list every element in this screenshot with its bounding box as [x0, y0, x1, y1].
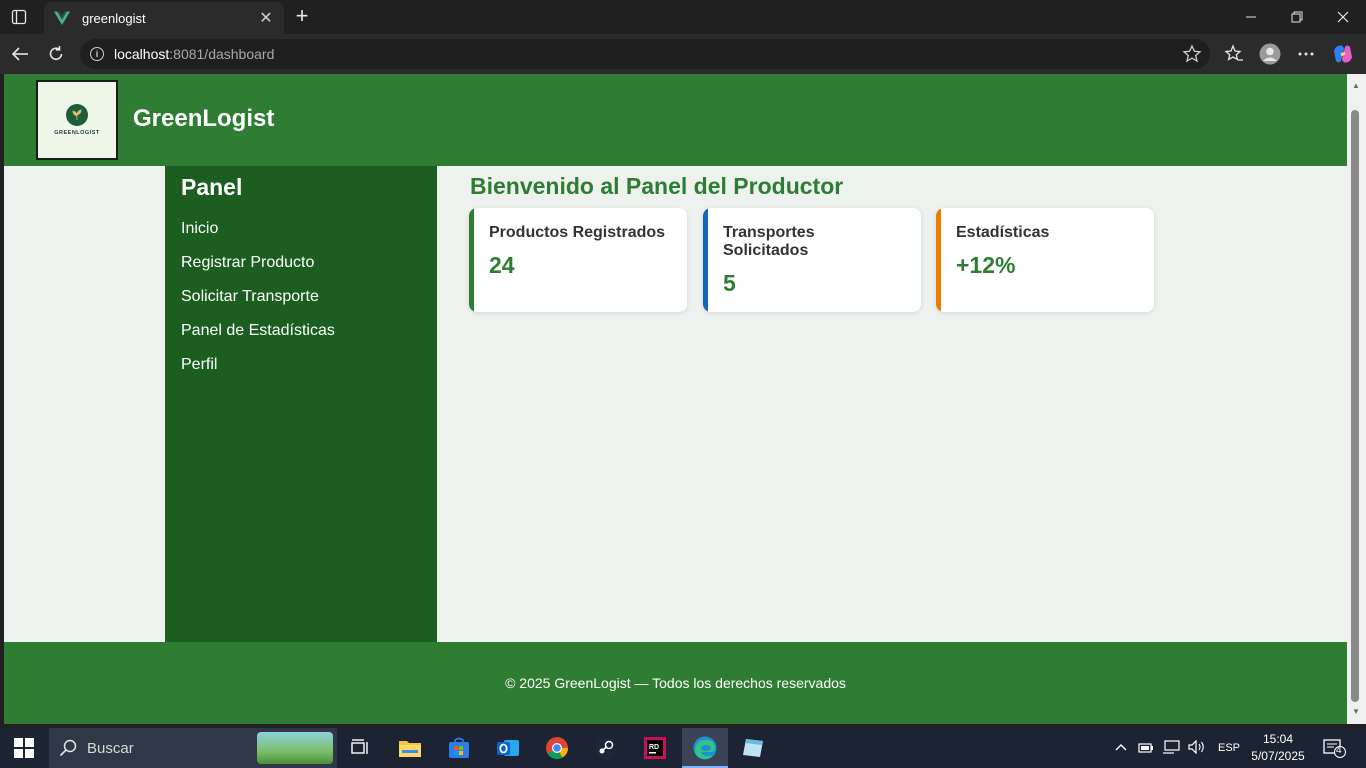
search-icon	[59, 739, 77, 757]
search-highlight-image	[257, 732, 333, 764]
app-header: GREENLOGIST GreenLogist	[4, 74, 1347, 166]
card-label: Estadísticas	[956, 224, 1050, 241]
page-viewport: GREENLOGIST GreenLogist Panel Inicio Reg…	[4, 74, 1347, 724]
scroll-down-icon[interactable]: ▼	[1351, 708, 1361, 716]
steam-icon[interactable]	[592, 734, 620, 762]
page-scrollbar[interactable]: ▲ ▼	[1347, 74, 1366, 724]
favorites-icon[interactable]	[1222, 42, 1246, 66]
stat-card-transportes: Transportes Solicitados 5	[703, 208, 921, 312]
battery-icon[interactable]	[1138, 740, 1154, 757]
microsoft-store-icon[interactable]	[445, 734, 473, 762]
language-indicator[interactable]: ESP	[1218, 742, 1240, 754]
clock-time: 15:04	[1262, 732, 1294, 746]
stat-card-productos: Productos Registrados 24	[469, 208, 687, 312]
sidebar-item-registrar-producto[interactable]: Registrar Producto	[181, 254, 314, 272]
footer-text: © 2025 GreenLogist — Todos los derechos …	[505, 675, 846, 691]
card-value: +12%	[956, 252, 1016, 278]
notification-center-icon[interactable]: 4	[1322, 738, 1346, 758]
tab-actions-icon[interactable]	[8, 7, 30, 27]
profile-avatar[interactable]	[1258, 42, 1282, 66]
brand-title: GreenLogist	[133, 105, 275, 132]
sidebar: Panel Inicio Registrar Producto Solicita…	[165, 166, 437, 642]
card-label: Productos Registrados	[489, 224, 666, 241]
file-explorer-icon[interactable]	[396, 734, 424, 762]
site-info-icon[interactable]: i	[90, 47, 104, 61]
notification-count: 4	[1336, 745, 1342, 756]
sidebar-item-inicio[interactable]: Inicio	[181, 220, 218, 238]
edge-icon[interactable]	[691, 734, 719, 762]
card-value: 5	[723, 270, 736, 296]
vue-favicon-icon	[54, 11, 70, 25]
app-icon[interactable]	[739, 734, 767, 762]
logo[interactable]: GREENLOGIST	[36, 80, 118, 160]
favorite-star-icon[interactable]	[1182, 44, 1202, 64]
rider-icon[interactable]: RD	[641, 734, 669, 762]
page-title: Bienvenido al Panel del Productor	[470, 173, 844, 199]
sidebar-item-perfil[interactable]: Perfil	[181, 356, 217, 374]
system-tray: ESP	[1114, 728, 1240, 768]
windows-taskbar: Buscar RD ESP 15:04 5/07/2025 4	[0, 728, 1366, 768]
close-window-icon[interactable]	[1320, 0, 1366, 34]
tab-title: greenlogist	[82, 10, 146, 26]
taskbar-search[interactable]: Buscar	[49, 728, 337, 768]
url-path: :8081/dashboard	[169, 46, 275, 62]
svg-text:RD: RD	[649, 744, 659, 751]
network-icon[interactable]	[1162, 739, 1180, 757]
taskbar-clock[interactable]: 15:04 5/07/2025	[1246, 731, 1310, 765]
stat-card-estadisticas: Estadísticas +12%	[936, 208, 1154, 312]
back-icon[interactable]	[8, 42, 32, 66]
search-placeholder: Buscar	[87, 739, 134, 757]
copilot-icon[interactable]	[1331, 42, 1355, 66]
logo-text: GREENLOGIST	[54, 130, 100, 136]
new-tab-icon[interactable]: +	[290, 5, 314, 29]
refresh-icon[interactable]	[44, 42, 68, 66]
address-bar[interactable]: i localhost:8081/dashboard	[80, 39, 1210, 69]
restore-icon[interactable]	[1274, 0, 1320, 34]
browser-tab[interactable]: greenlogist ✕	[44, 2, 284, 34]
browser-tab-strip: greenlogist ✕ +	[0, 0, 1366, 34]
tab-close-icon[interactable]: ✕	[258, 8, 274, 28]
outlook-icon[interactable]	[494, 734, 522, 762]
volume-icon[interactable]	[1188, 739, 1206, 757]
task-view-icon[interactable]	[346, 734, 374, 762]
more-menu-icon[interactable]	[1294, 42, 1318, 66]
url-host: localhost	[114, 46, 170, 62]
page-footer: © 2025 GreenLogist — Todos los derechos …	[4, 642, 1347, 724]
scroll-up-icon[interactable]: ▲	[1351, 82, 1361, 90]
sidebar-item-panel-estadisticas[interactable]: Panel de Estadísticas	[181, 322, 335, 340]
chrome-icon[interactable]	[543, 734, 571, 762]
card-label: Transportes Solicitados	[723, 224, 815, 259]
windows-start-icon[interactable]	[14, 738, 34, 758]
sidebar-item-solicitar-transporte[interactable]: Solicitar Transporte	[181, 288, 319, 306]
card-value: 24	[489, 252, 515, 278]
scrollbar-thumb[interactable]	[1351, 110, 1359, 702]
browser-toolbar: i localhost:8081/dashboard	[0, 34, 1366, 74]
show-hidden-icons[interactable]	[1114, 742, 1128, 755]
leaf-icon	[66, 104, 88, 126]
clock-date: 5/07/2025	[1251, 749, 1305, 763]
minimize-icon[interactable]	[1228, 0, 1274, 34]
sidebar-title: Panel	[181, 174, 243, 200]
